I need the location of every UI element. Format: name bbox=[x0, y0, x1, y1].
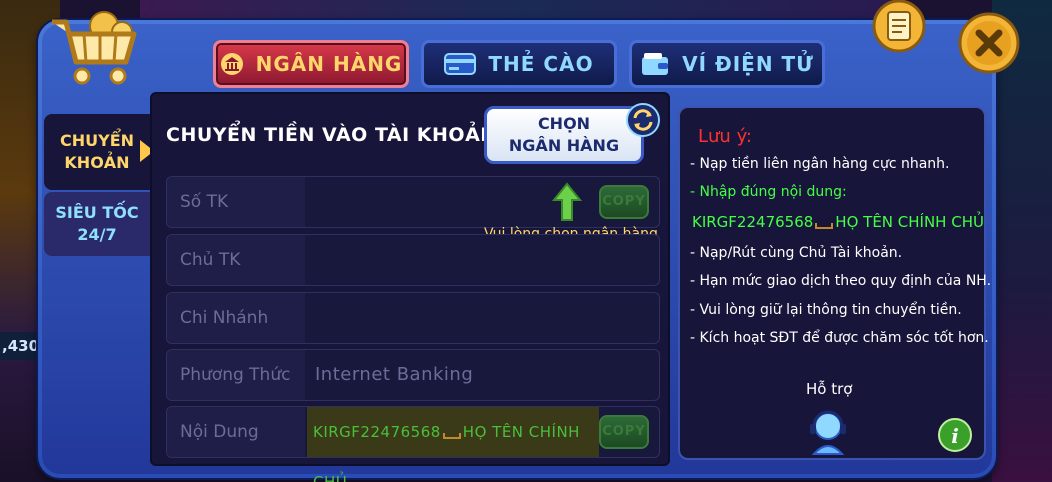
method-value: Internet Banking bbox=[315, 364, 474, 385]
note-line-2: - Nhập đúng nội dung: bbox=[690, 184, 847, 200]
choose-bank-line2: NGÂN HÀNG bbox=[508, 136, 620, 155]
bank-icon bbox=[220, 53, 243, 75]
account-number-label: Số TK bbox=[167, 177, 305, 227]
sidebar-express-line1: SIÊU TỐC bbox=[55, 203, 139, 222]
tab-bank-label: NGÂN HÀNG bbox=[255, 52, 403, 76]
sidebar-transfer-line2: KHOẢN bbox=[64, 153, 130, 172]
account-holder-row: Chủ TK bbox=[166, 234, 660, 286]
sidebar-item-express[interactable]: SIÊU TỐC 24/7 bbox=[44, 192, 150, 256]
arrow-up-icon bbox=[552, 182, 582, 221]
note-line-6: - Kích hoạt SĐT để được chăm sóc tốt hơn… bbox=[690, 330, 989, 346]
content-row: Nội Dung KIRGF22476568 HỌ TÊN CHÍNH CHỦ C… bbox=[166, 406, 660, 482]
account-holder-label: Chủ TK bbox=[167, 235, 305, 285]
content-label: Nội Dung bbox=[167, 407, 305, 457]
sidebar-transfer-line1: CHUYỂN bbox=[59, 131, 135, 150]
support-headset-icon[interactable] bbox=[806, 408, 850, 456]
content-code: KIRGF22476568 bbox=[313, 423, 441, 441]
method-label: Phương Thức bbox=[167, 350, 305, 400]
sidebar-item-transfer[interactable]: CHUYỂN KHOẢN bbox=[44, 114, 150, 190]
refresh-icon[interactable] bbox=[626, 103, 660, 137]
account-number-row: Số TK COPY bbox=[166, 176, 660, 228]
note-line-4: - Hạn mức giao dịch theo quy định của NH… bbox=[690, 273, 992, 289]
svg-text:i: i bbox=[951, 424, 959, 448]
note-line-3: - Nạp/Rút cùng Chủ Tài khoản. bbox=[690, 245, 903, 261]
tab-bank[interactable]: NGÂN HÀNG bbox=[213, 40, 409, 88]
branch-row: Chi Nhánh bbox=[166, 292, 660, 344]
content-value: KIRGF22476568 HỌ TÊN CHÍNH CHỦ bbox=[307, 407, 599, 482]
info-icon[interactable]: i bbox=[938, 418, 972, 452]
tab-scratch-card[interactable]: THẺ CÀO bbox=[421, 40, 617, 88]
notes-title: Lưu ý: bbox=[698, 126, 752, 147]
history-icon[interactable] bbox=[868, 0, 930, 54]
note-code: KIRGF22476568 HỌ TÊN CHÍNH CHỦ bbox=[692, 213, 984, 231]
tab-card-label: THẺ CÀO bbox=[488, 52, 594, 76]
note-line-1: - Nạp tiền liên ngân hàng cực nhanh. bbox=[690, 156, 950, 172]
choose-bank-button[interactable]: CHỌN NGÂN HÀNG bbox=[484, 106, 644, 164]
page-title: CHUYỂN TIỀN VÀO TÀI KHOẢN bbox=[166, 124, 497, 146]
copy-account-button[interactable]: COPY bbox=[599, 185, 649, 219]
choose-bank-line1: CHỌN bbox=[537, 114, 591, 133]
note-code-value: KIRGF22476568 bbox=[692, 213, 814, 231]
balance-fragment: ,430 bbox=[0, 332, 40, 360]
close-icon[interactable] bbox=[958, 12, 1020, 74]
space-marker-icon bbox=[815, 223, 834, 229]
method-row: Phương Thức Internet Banking bbox=[166, 349, 660, 401]
note-code-name: HỌ TÊN CHÍNH CHỦ bbox=[835, 213, 984, 231]
space-marker-icon bbox=[442, 433, 461, 439]
support-label: Hỗ trợ bbox=[806, 380, 853, 398]
copy-content-button[interactable]: COPY bbox=[599, 415, 649, 449]
sidebar-express-line2: 24/7 bbox=[77, 225, 117, 244]
shopping-cart-icon bbox=[52, 11, 137, 85]
wallet-icon bbox=[642, 53, 669, 75]
tab-e-wallet[interactable]: VÍ ĐIỆN TỬ bbox=[629, 40, 825, 88]
note-line-5: - Vui lòng giữ lại thông tin chuyển tiền… bbox=[690, 302, 962, 318]
credit-card-icon bbox=[444, 53, 477, 75]
tab-wallet-label: VÍ ĐIỆN TỬ bbox=[682, 52, 814, 76]
branch-label: Chi Nhánh bbox=[167, 293, 305, 343]
